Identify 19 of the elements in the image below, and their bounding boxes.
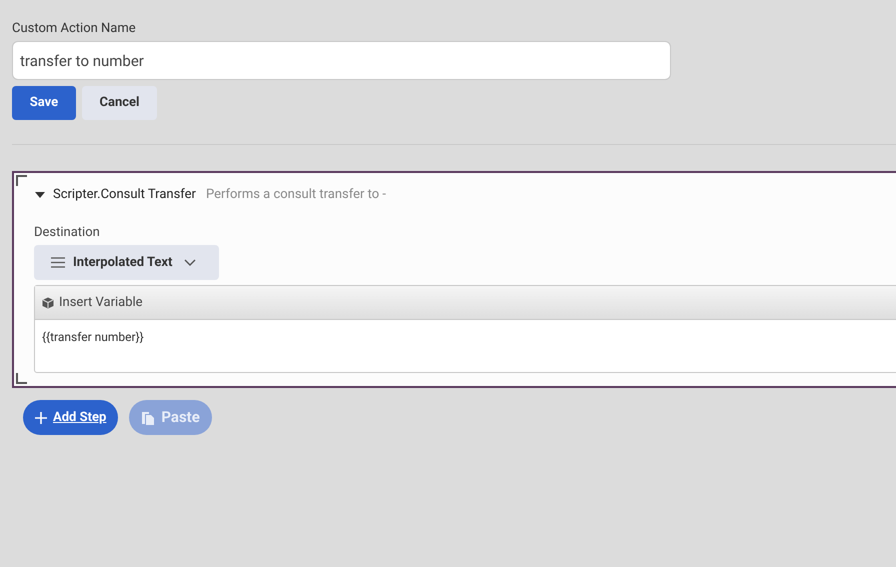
paste-icon (141, 410, 156, 424)
field-label: Custom Action Name (12, 21, 136, 37)
step-title: Scripter.Consult Transfer (53, 186, 196, 204)
chevron-down-icon (184, 259, 196, 266)
menu-icon (51, 257, 65, 268)
name-field[interactable]: transfer to number (12, 41, 671, 80)
add-step-button[interactable]: Add Step (23, 400, 118, 435)
editor-text[interactable]: {{transfer number}} (35, 320, 144, 346)
insert-variable-button[interactable]: Insert Variable (42, 292, 143, 312)
field-label: Destination (34, 224, 100, 242)
mode-dropdown[interactable]: Interpolated Text (34, 245, 219, 280)
collapse-triangle-icon[interactable] (34, 190, 46, 199)
cube-icon (42, 296, 54, 308)
corner-mark-icon (16, 175, 27, 186)
cancel-button[interactable]: Cancel (82, 86, 157, 120)
plus-icon (35, 412, 47, 424)
step-description: Performs a consult transfer to - (206, 186, 386, 204)
save-button[interactable]: Save (12, 86, 76, 120)
corner-mark-icon (16, 373, 27, 384)
